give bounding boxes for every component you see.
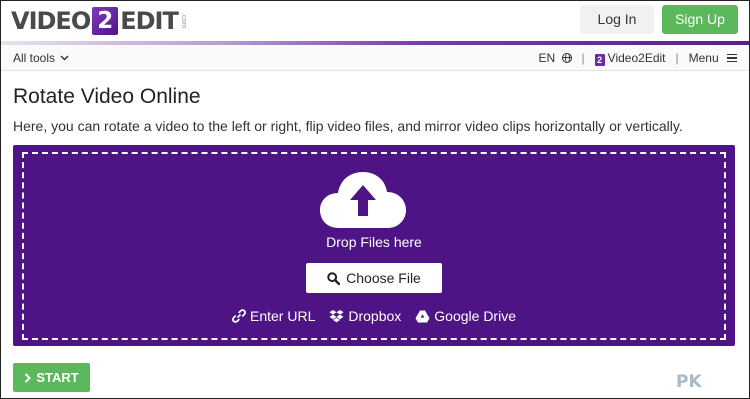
language-label: EN [538,51,556,65]
google-drive-label: Google Drive [434,308,516,324]
chevron-down-icon [60,55,69,61]
menu-label: Menu [688,51,719,65]
all-tools-dropdown[interactable]: All tools [13,45,69,71]
upload-sources: Enter URL Dropbox Google Drive [201,308,547,324]
globe-icon [561,53,572,63]
sub-navigation: All tools EN | 2 Video2Edit | Menu [1,45,749,71]
all-tools-label: All tools [13,51,56,65]
logo-text-edit: EDIT [120,7,179,35]
drop-files-text: Drop Files here [326,234,422,250]
start-button[interactable]: START [13,363,90,392]
hamburger-icon [727,54,737,62]
google-drive-icon [415,310,430,322]
page-description: Here, you can rotate a video to the left… [13,118,683,134]
menu-button[interactable]: Menu [689,45,737,71]
separator: | [581,51,585,65]
cloud-upload-icon [320,172,406,228]
search-icon [327,271,341,285]
chevron-right-icon [25,372,32,383]
site-logo[interactable]: VIDEO 2 EDIT .com [11,6,187,36]
video2edit-label: Video2Edit [607,51,666,65]
choose-file-button[interactable]: Choose File [306,263,442,293]
watermark-logo: PK [676,372,702,392]
dropbox-label: Dropbox [348,308,402,324]
enter-url-button[interactable]: Enter URL [232,308,315,324]
language-selector[interactable]: EN [539,45,572,71]
logo-text-com: .com [179,13,187,29]
choose-file-label: Choose File [346,270,421,286]
logo-text-video: VIDEO [11,7,91,35]
subnav-right-group: EN | 2 Video2Edit | Menu [539,45,737,71]
enter-url-label: Enter URL [250,308,316,324]
google-drive-button[interactable]: Google Drive [415,308,516,324]
signup-button[interactable]: Sign Up [662,5,738,34]
video2edit-link[interactable]: 2 Video2Edit [594,45,666,71]
video2edit-logo-icon: 2 [594,54,605,66]
header: VIDEO 2 EDIT .com Log In Sign Up [1,1,749,41]
start-label: START [36,370,79,385]
link-icon [232,309,246,323]
logo-text-2: 2 [92,7,119,35]
page-title: Rotate Video Online [13,85,201,108]
separator: | [675,51,679,65]
dropbox-button[interactable]: Dropbox [329,308,401,324]
dropbox-icon [329,310,344,323]
login-button[interactable]: Log In [580,5,654,34]
